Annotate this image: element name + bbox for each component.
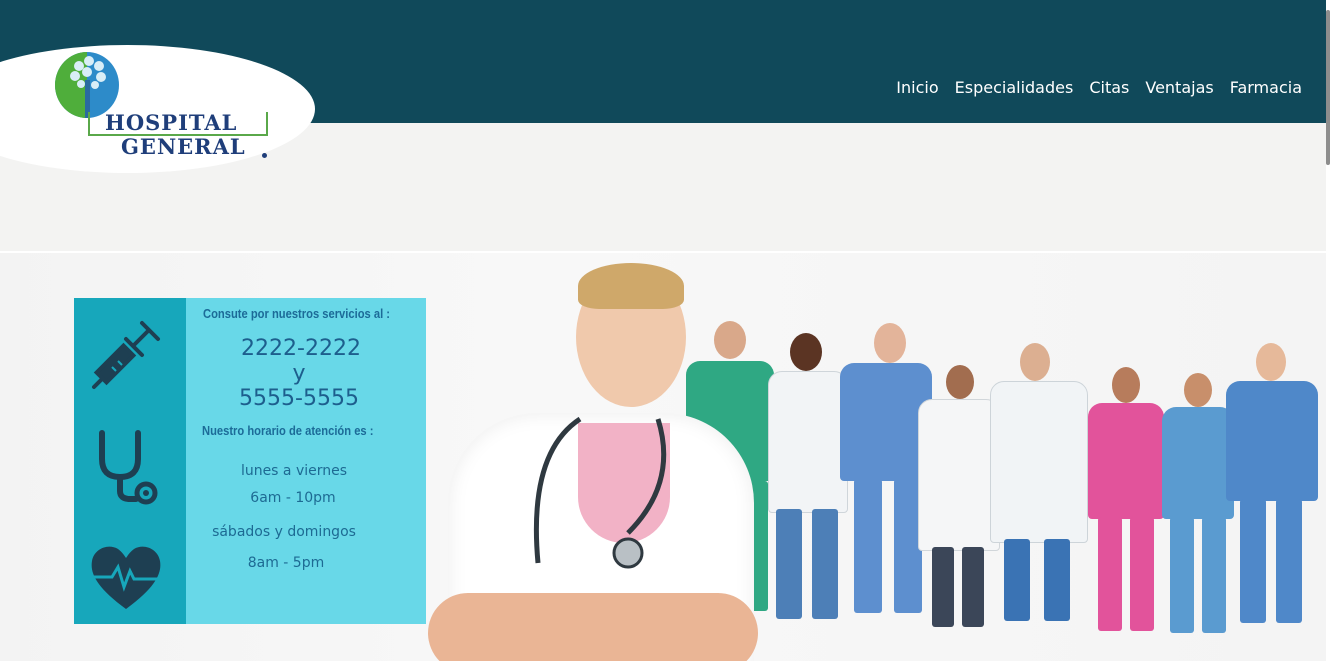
heart-pulse-icon — [91, 546, 161, 609]
hours-heading: Nuestro horario de atención es : — [202, 423, 374, 438]
logo-text-general: GENERAL — [121, 134, 246, 159]
nav-inicio[interactable]: Inicio — [896, 78, 938, 97]
logo-text-hospital: HOSPITAL — [105, 110, 238, 135]
nav-especialidades[interactable]: Especialidades — [955, 78, 1074, 97]
weekend-label: sábados y domingos — [212, 524, 356, 540]
nav-citas[interactable]: Citas — [1089, 78, 1129, 97]
scrollbar-thumb[interactable] — [1326, 10, 1330, 165]
phone-conjunction: y — [292, 361, 306, 386]
nav-ventajas[interactable]: Ventajas — [1145, 78, 1213, 97]
consult-heading: Consute por nuestros servicios al : — [203, 306, 391, 321]
stethoscope-icon — [99, 430, 158, 505]
logo-dot — [262, 153, 267, 158]
hero-banner: Consute por nuestros servicios al : 2222… — [0, 253, 1326, 661]
phone-number-1: 2222-2222 — [241, 336, 361, 361]
tree-logo-icon — [55, 52, 119, 118]
nav-farmacia[interactable]: Farmacia — [1230, 78, 1302, 97]
main-navigation: Inicio Especialidades Citas Ventajas Far… — [896, 78, 1302, 97]
weekday-label: lunes a viernes — [240, 463, 348, 479]
syringe-icon — [92, 321, 160, 389]
weekday-hours: 6am - 10pm — [250, 490, 336, 506]
phone-number-2: 5555-5555 — [239, 386, 359, 411]
weekend-hours: 8am - 5pm — [247, 555, 325, 571]
